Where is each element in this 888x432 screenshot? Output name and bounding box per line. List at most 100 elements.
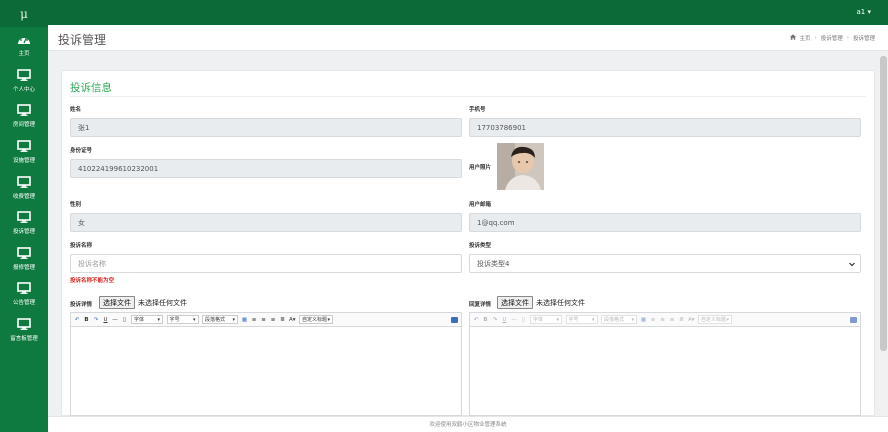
fullscreen-icon [850,316,857,323]
complaint-type-value: 投诉类型4 [477,259,510,268]
detail-label: 投诉详情 [70,302,93,308]
font-color-icon: A▾ [688,316,695,323]
email-value: 1@qq.com [477,218,515,227]
sidebar-item-complaints[interactable]: 投诉管理 [0,205,48,241]
dropdown-arrow-icon: ▾ [556,316,559,323]
breadcrumb-home[interactable]: 主页 [800,34,811,42]
idcard-field: 410224199610232001 [70,159,462,178]
custom-title-select[interactable]: 自定义标题 ▾ [299,315,334,324]
font-color-icon[interactable]: A▾ [289,317,296,323]
gender-label: 性别 [70,202,82,208]
underline-icon: U [502,316,507,323]
page-title: 投诉管理 [58,33,107,47]
page-icon[interactable]: ▯ [122,317,128,323]
dropdown-arrow-icon: ▾ [327,316,331,323]
page-icon: ▯ [521,316,526,323]
dropdown-arrow-icon: ▾ [232,316,235,323]
complaint-type-select[interactable]: 投诉类型4 [469,254,861,273]
breadcrumb-item[interactable]: 投诉管理 [821,34,843,42]
undo-icon[interactable]: ↶ [74,317,80,323]
table-icon[interactable]: ▦ [242,317,248,323]
sidebar-item-label: 个人中心 [12,86,35,93]
font-family-value: 字体 [533,317,544,323]
gender-field: 女 [70,213,462,232]
monitor-icon [16,103,32,117]
gender-value: 女 [78,218,85,227]
table-icon: ▦ [640,316,647,323]
breadcrumb-separator: › [846,35,849,41]
user-menu[interactable]: a1 ▾ [857,8,871,16]
complaint-name-input[interactable]: 投诉名称 [70,254,462,273]
bold-icon[interactable]: B [84,317,90,323]
custom-title-value: 自定义标题 [701,317,727,323]
font-size-value: 字号 [169,317,180,323]
idcard-label: 身份证号 [70,148,93,154]
complaint-type-label: 投诉类型 [469,243,492,249]
font-family-select[interactable]: 字体 ▾ [131,315,163,324]
chevron-down-icon [848,260,856,268]
sidebar-item-label: 公告管理 [12,300,35,307]
align-left-icon[interactable]: ≡ [251,317,257,323]
dropdown-arrow-icon: ▾ [192,316,196,323]
detail-file-status: 未选择任何文件 [138,299,187,307]
undo-icon: ↶ [473,316,479,323]
align-right-icon[interactable]: ≡ [270,317,276,323]
font-size-select[interactable]: 字号 ▾ [166,315,199,324]
paragraph-value: 段落格式 [604,317,625,323]
name-field: 张1 [70,118,462,137]
sidebar-item-notices[interactable]: 公告管理 [0,276,48,312]
align-center-icon: ≡ [660,316,665,323]
align-justify-icon[interactable]: ≣ [280,317,286,323]
sidebar-item-repairs[interactable]: 报修管理 [0,241,48,277]
sidebar-item-label: 设施管理 [12,158,35,165]
title-divider [70,96,866,97]
complaint-name-placeholder: 投诉名称 [78,259,106,268]
paragraph-select: 段落格式 ▾ [601,315,637,324]
font-size-value: 字号 [568,317,579,323]
monitor-icon [16,68,32,82]
redo-icon[interactable]: ↷ [93,317,99,323]
align-center-icon[interactable]: ≡ [261,317,267,323]
dropdown-arrow-icon: ▾ [631,316,634,323]
sidebar-item-label: 投诉管理 [12,229,35,236]
photo-label: 用户照片 [469,165,492,171]
page-header: 投诉管理 主页 › 投诉管理 › 投诉管理 [48,25,888,51]
sidebar-item-label: 主页 [18,51,30,58]
sidebar-item-home[interactable]: 主页 [0,27,48,63]
page-scrollbar-thumb[interactable] [880,56,887,351]
detail-editor: ↶ B ↷ U — ▯ 字体 ▾ 字号 ▾ 段落格式 ▾ ▦ ≡ ≡ ≡ ≣ A▾ 自… [70,312,462,416]
monitor-icon [16,175,32,189]
custom-title-value: 自定义标题 [302,317,328,323]
detail-file-button[interactable]: 选择文件 [99,296,135,309]
paragraph-value: 段落格式 [205,317,226,323]
sidebar-item-facilities[interactable]: 设施管理 [0,134,48,170]
breadcrumb-separator: › [814,35,817,41]
fullscreen-icon[interactable] [451,316,458,323]
monitor-icon [16,281,32,295]
sidebar-item-fees[interactable]: 收费管理 [0,169,48,205]
app-logo[interactable]: μ [0,0,48,27]
name-value: 张1 [78,123,90,132]
sidebar-item-profile[interactable]: 个人中心 [0,63,48,99]
home-icon [789,34,796,42]
footer: 欢迎使用双鹤小区物业管理系统 [48,416,888,432]
reply-file-button[interactable]: 选择文件 [497,296,533,309]
reply-editor: ↶ B ↷ U — ▯ 字体 ▾ 字号 ▾ 段落格式 ▾ ▦ ≡ ≡ ≡ ≣ A▾ 自… [469,312,861,416]
underline-icon[interactable]: U [103,317,109,323]
dropdown-arrow-icon: ▾ [726,316,730,323]
complaint-name-label: 投诉名称 [70,243,93,249]
reply-label: 回复详情 [469,302,492,308]
sidebar-item-messages[interactable]: 留言板管理 [0,312,48,348]
name-label: 姓名 [70,107,82,113]
sidebar-item-rooms[interactable]: 房间管理 [0,98,48,134]
monitor-icon [16,210,32,224]
paragraph-select[interactable]: 段落格式 ▾ [202,315,238,324]
monitor-icon [16,317,32,331]
horizontal-rule-icon[interactable]: — [112,317,118,323]
sidebar: μ 主页 个人中心 房间管理 设施管理 收费管理 投诉管理 报修管理 公告管理 … [0,0,48,432]
email-label: 用户邮箱 [469,202,492,208]
sidebar-item-label: 收费管理 [12,193,35,200]
redo-icon: ↷ [492,316,498,323]
phone-field: 17703786901 [469,118,861,137]
align-justify-icon: ≣ [679,316,684,323]
